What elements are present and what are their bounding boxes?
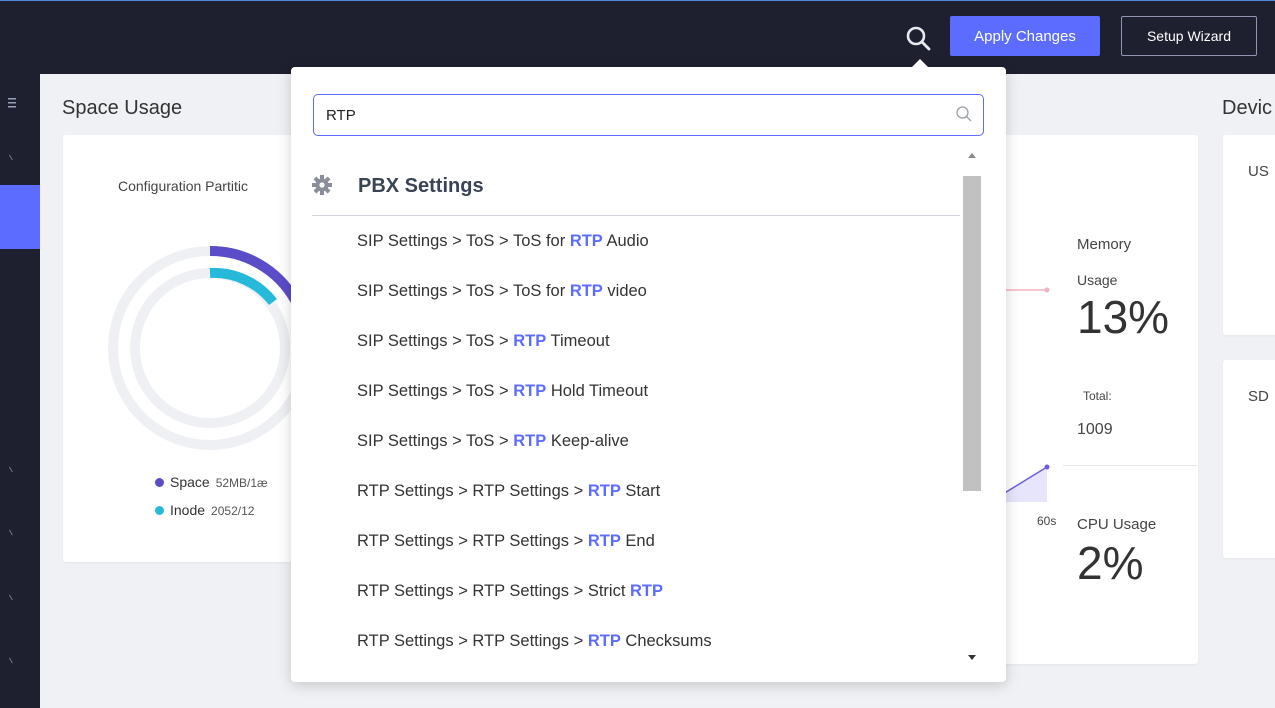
space-usage-donut [108,245,305,450]
chevron-icon[interactable] [8,591,19,601]
search-result-item[interactable]: SIP Settings > ToS > ToS for RTP video [357,267,957,317]
result-text: video [602,282,647,300]
memory-total-value: 1009 [1077,421,1113,438]
legend-inode-label: Inode [170,502,206,518]
collapse-chevron-icon[interactable] [8,151,19,161]
device-card-sd-label: SD [1248,388,1269,405]
divider [1063,465,1197,466]
search-results-list: SIP Settings > ToS > ToS for RTP Audio S… [357,217,957,667]
legend-inode: Inode 2052/12 [155,502,254,518]
device-card-usb-label: US [1248,163,1269,180]
result-text: SIP Settings > ToS > ToS for [357,232,570,250]
result-match: RTP [569,282,603,300]
result-match: RTP [513,382,547,400]
search-icon[interactable] [905,25,931,51]
result-match: RTP [587,532,621,550]
result-text: Audio [602,232,649,250]
search-input[interactable] [324,95,948,135]
legend-space-value: 52MB/1æ [215,476,268,490]
legend-space-label: Space [170,474,210,490]
legend-inode-value: 2052/12 [211,504,255,518]
result-match: RTP [513,432,547,450]
search-result-item[interactable]: SIP Settings > ToS > ToS for RTP Audio [357,217,957,267]
result-text: Timeout [546,332,610,350]
device-card-usb: US [1223,135,1275,335]
chevron-icon[interactable] [8,463,19,473]
result-text: RTP Settings > RTP Settings > [357,532,588,550]
search-result-item[interactable]: RTP Settings > RTP Settings > RTP End [357,517,957,567]
search-result-item[interactable]: SIP Settings > ToS > RTP Keep-alive [357,417,957,467]
menu-icon[interactable] [8,97,20,109]
dropdown-caret [911,59,929,68]
result-match: RTP [569,232,603,250]
divider [312,215,960,216]
scrollbar-thumb[interactable] [963,176,981,491]
chart-axis-label: 60s [1037,514,1057,528]
search-result-item[interactable]: RTP Settings > RTP Settings > RTP Checks… [357,617,957,667]
result-group-title: PBX Settings [358,175,484,197]
result-match: RTP [513,332,547,350]
result-match: RTP [587,632,621,650]
chevron-icon[interactable] [8,654,19,664]
apply-changes-button[interactable]: Apply Changes [950,16,1100,56]
result-text: SIP Settings > ToS > ToS for [357,282,570,300]
setup-wizard-button[interactable]: Setup Wizard [1121,16,1257,56]
result-text: SIP Settings > ToS > [357,382,514,400]
result-text: End [620,532,655,550]
search-result-item[interactable]: RTP Settings > RTP Settings > RTP Start [357,467,957,517]
legend-space: Space 52MB/1æ [155,474,268,490]
memory-label: Memory [1077,236,1132,253]
device-card-sd: SD [1223,360,1275,558]
space-usage-title: Space Usage [62,97,183,119]
scroll-up-arrow-icon[interactable] [968,153,976,158]
memory-usage-label: Usage [1077,272,1118,288]
search-dropdown: PBX Settings SIP Settings > ToS > ToS fo… [291,59,1006,682]
result-text: Checksums [620,632,712,650]
cpu-usage-label: CPU Usage [1077,516,1157,533]
result-text: Start [620,482,661,500]
search-icon[interactable] [955,105,973,123]
partition-label: Configuration Partitic [118,178,248,194]
gear-icon [312,175,332,195]
result-text: RTP Settings > RTP Settings > [357,632,588,650]
memory-usage-value: 13% [1077,291,1170,343]
result-text: SIP Settings > ToS > [357,332,514,350]
sidebar [0,73,40,708]
space-dot-icon [155,478,164,487]
search-result-item[interactable]: RTP Settings > RTP Settings > Strict RTP [357,567,957,617]
inode-dot-icon [155,506,164,515]
result-match: RTP [630,582,663,600]
result-text: Keep-alive [546,432,629,450]
result-match: RTP [587,482,621,500]
search-box [313,94,984,136]
cpu-usage-value: 2% [1077,537,1144,589]
result-text: RTP Settings > RTP Settings > [357,482,588,500]
search-result-item[interactable]: SIP Settings > ToS > RTP Timeout [357,317,957,367]
result-text: SIP Settings > ToS > [357,432,514,450]
result-text: RTP Settings > RTP Settings > Strict [357,582,630,600]
result-text: Hold Timeout [546,382,649,400]
scroll-down-arrow-icon[interactable] [968,655,976,660]
memory-total-label: Total: [1083,389,1112,403]
sidebar-item-active[interactable] [0,185,40,249]
device-title: Devic [1222,97,1273,119]
chevron-icon[interactable] [8,526,19,536]
results-scrollbar[interactable] [963,153,981,663]
top-bar: Apply Changes Setup Wizard [0,0,1275,74]
search-result-item[interactable]: SIP Settings > ToS > RTP Hold Timeout [357,367,957,417]
